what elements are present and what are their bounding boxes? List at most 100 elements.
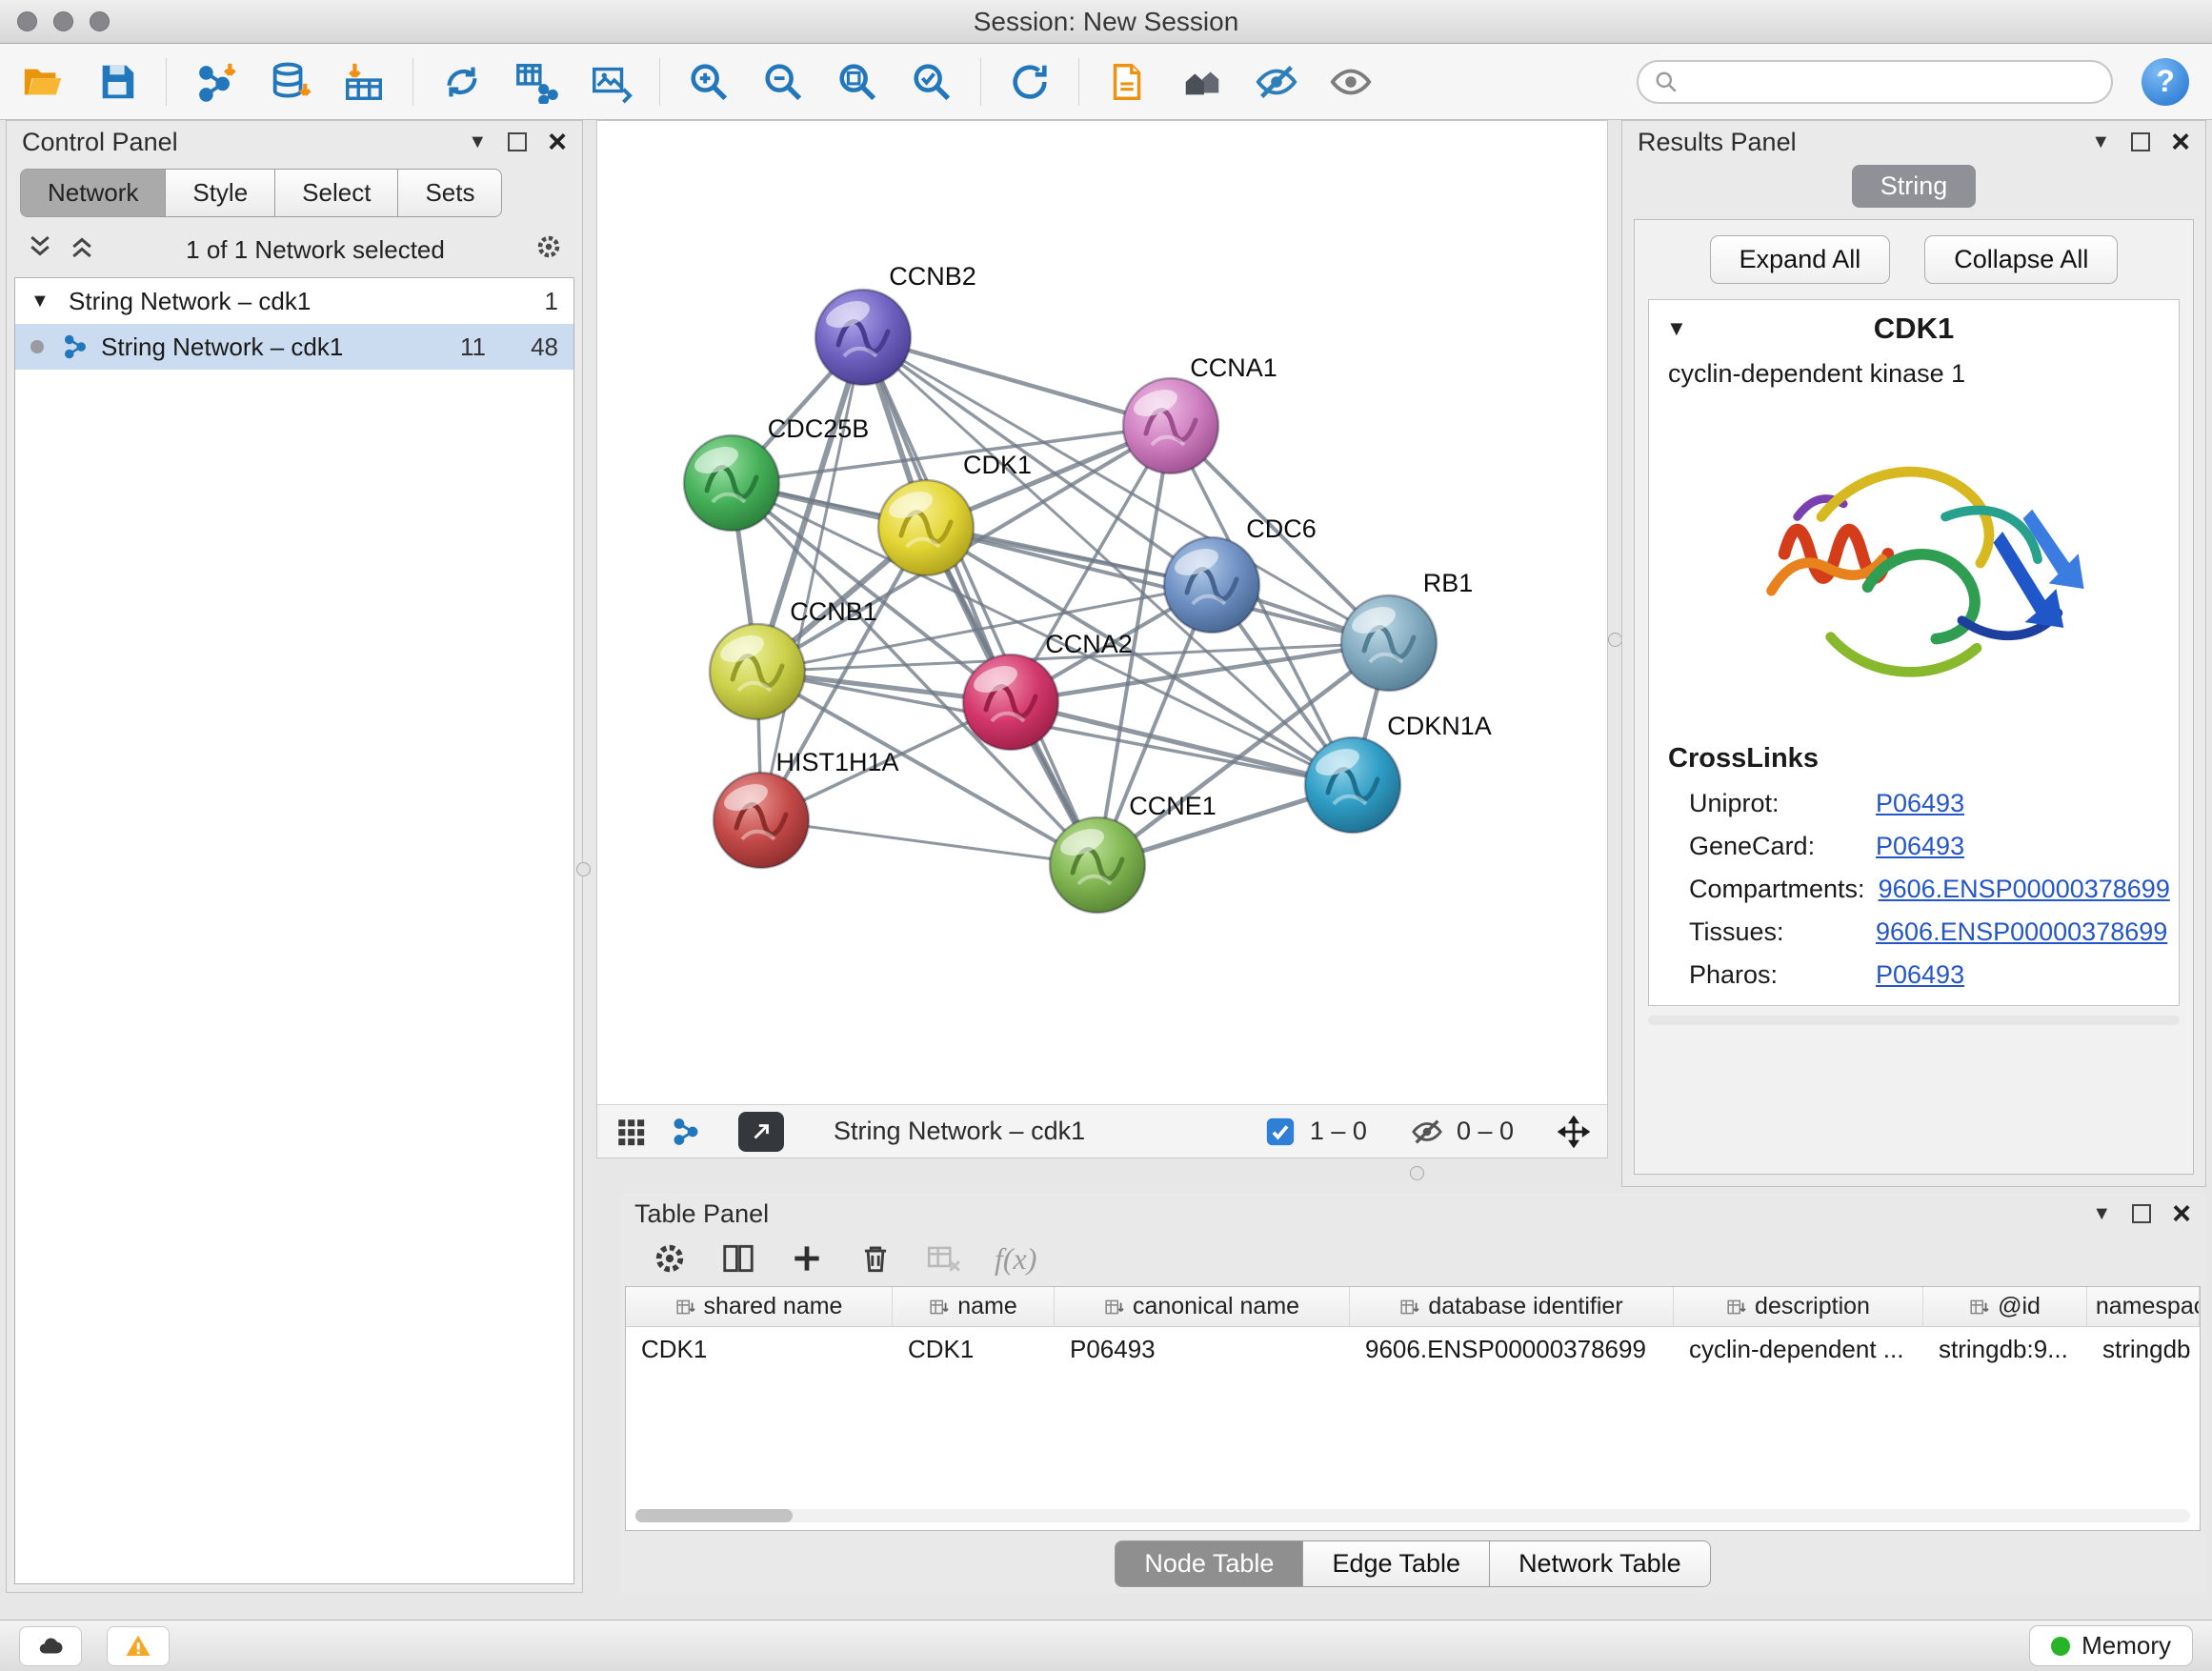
network-node-CCNA2[interactable] xyxy=(963,654,1058,750)
network-node-CCNB1[interactable] xyxy=(710,624,805,719)
tab-style[interactable]: Style xyxy=(165,169,275,217)
new-network-button[interactable] xyxy=(436,56,488,108)
float-panel-icon[interactable]: ▼ xyxy=(468,132,487,151)
network-node-CCNA1[interactable] xyxy=(1123,378,1218,473)
network-node-CDKN1A[interactable] xyxy=(1305,737,1400,833)
network-canvas[interactable]: CCNB2CCNA1CDC25BCDK1CDC6RB1CCNB1CCNA2CDK… xyxy=(597,121,1607,1104)
cloud-status-button[interactable] xyxy=(19,1626,82,1666)
warnings-button[interactable] xyxy=(107,1626,170,1666)
float-panel-icon[interactable]: ▼ xyxy=(2092,1204,2111,1223)
column-header-description[interactable]: description xyxy=(1674,1287,1923,1326)
tab-string[interactable]: String xyxy=(1852,165,1977,208)
show-glass-button[interactable] xyxy=(1325,56,1377,108)
zoom-selected-button[interactable] xyxy=(906,56,957,108)
tissues-link[interactable]: 9606.ENSP00000378699 xyxy=(1876,917,2167,947)
uniprot-link[interactable]: P06493 xyxy=(1876,789,1964,818)
pan-crosshair-icon[interactable] xyxy=(1558,1116,1590,1148)
network-node-CCNE1[interactable] xyxy=(1050,817,1145,913)
column-header-namespace[interactable]: namespace xyxy=(2087,1287,2200,1326)
cell-description[interactable]: cyclin-dependent ... xyxy=(1674,1335,1923,1364)
close-window-button[interactable] xyxy=(17,11,37,31)
left-splitter-handle[interactable] xyxy=(576,862,591,876)
import-network-database-button[interactable] xyxy=(264,56,315,108)
expand-all-networks-icon[interactable] xyxy=(68,232,96,268)
export-image-button[interactable] xyxy=(585,56,636,108)
network-from-table-button[interactable] xyxy=(511,56,562,108)
network-node-HIST1H1A[interactable] xyxy=(714,773,809,868)
search-input[interactable] xyxy=(1688,67,2096,96)
results-scrollbar[interactable] xyxy=(1648,1016,2180,1025)
show-columns-icon[interactable] xyxy=(720,1240,756,1277)
network-row[interactable]: String Network – cdk1 11 48 xyxy=(15,324,573,370)
scrollbar-thumb[interactable] xyxy=(635,1509,793,1522)
maximize-panel-icon[interactable] xyxy=(2132,1204,2151,1223)
disclosure-triangle-icon[interactable]: ▼ xyxy=(30,291,57,312)
zoom-window-button[interactable] xyxy=(90,11,110,31)
tab-network[interactable]: Network xyxy=(20,169,166,217)
grid-view-icon[interactable] xyxy=(614,1116,647,1148)
pharos-link[interactable]: P06493 xyxy=(1876,960,1964,990)
network-node-CCNB2[interactable] xyxy=(815,290,911,385)
network-edge-CCNE1-CCNB2[interactable] xyxy=(863,337,1097,865)
network-node-CDC25B[interactable] xyxy=(684,435,779,531)
tab-network-table[interactable]: Network Table xyxy=(1489,1540,1711,1587)
table-settings-gear-icon[interactable] xyxy=(652,1240,688,1277)
cell-database-identifier[interactable]: 9606.ENSP00000378699 xyxy=(1350,1335,1674,1364)
column-header-database-identifier[interactable]: database identifier xyxy=(1350,1287,1674,1326)
collapse-gene-icon[interactable]: ▼ xyxy=(1666,316,1704,341)
collapse-all-networks-icon[interactable] xyxy=(26,232,54,268)
column-header-canonical-name[interactable]: canonical name xyxy=(1055,1287,1350,1326)
bottom-splitter-handle[interactable] xyxy=(1410,1166,1424,1180)
clipboard-import-button[interactable] xyxy=(1102,56,1154,108)
network-node-CDC6[interactable] xyxy=(1164,537,1259,633)
expand-all-button[interactable]: Expand All xyxy=(1710,235,1891,284)
close-panel-icon[interactable]: × xyxy=(548,126,567,158)
network-node-CDK1[interactable] xyxy=(878,480,974,575)
zoom-fit-button[interactable] xyxy=(832,56,883,108)
network-node-RB1[interactable] xyxy=(1341,595,1437,691)
table-row[interactable]: CDK1 CDK1 P06493 9606.ENSP00000378699 cy… xyxy=(626,1327,2200,1371)
column-header-id[interactable]: @id xyxy=(1923,1287,2087,1326)
save-session-button[interactable] xyxy=(91,56,143,108)
collapse-all-button[interactable]: Collapse All xyxy=(1924,235,2118,284)
maximize-panel-icon[interactable] xyxy=(508,132,527,151)
cell-id[interactable]: stringdb:9... xyxy=(1923,1335,2087,1364)
refresh-view-button[interactable] xyxy=(1004,56,1056,108)
minimize-window-button[interactable] xyxy=(53,11,73,31)
table-horizontal-scrollbar[interactable] xyxy=(635,1509,2190,1522)
memory-button[interactable]: Memory xyxy=(2029,1625,2193,1666)
network-options-gear-icon[interactable] xyxy=(534,232,563,268)
fit-content-button[interactable] xyxy=(738,1112,784,1152)
compartments-link[interactable]: 9606.ENSP00000378699 xyxy=(1879,875,2170,904)
cell-shared-name[interactable]: CDK1 xyxy=(626,1335,893,1364)
home-button[interactable] xyxy=(1176,56,1228,108)
right-splitter-handle[interactable] xyxy=(1608,633,1622,647)
delete-column-trash-icon[interactable] xyxy=(857,1240,894,1277)
cell-canonical-name[interactable]: P06493 xyxy=(1055,1335,1350,1364)
close-panel-icon[interactable]: × xyxy=(2172,1198,2191,1230)
network-edge-CCNE1-HIST1H1A[interactable] xyxy=(761,820,1097,865)
import-network-file-button[interactable] xyxy=(190,56,241,108)
zoom-in-button[interactable] xyxy=(683,56,734,108)
genecard-link[interactable]: P06493 xyxy=(1876,832,1964,861)
cell-name[interactable]: CDK1 xyxy=(893,1335,1055,1364)
function-builder-button[interactable]: f(x) xyxy=(995,1241,1036,1277)
help-button[interactable]: ? xyxy=(2142,58,2189,106)
float-panel-icon[interactable]: ▼ xyxy=(2091,132,2110,151)
close-panel-icon[interactable]: × xyxy=(2171,126,2190,158)
cell-namespace[interactable]: stringdb xyxy=(2087,1335,2200,1364)
network-collection-row[interactable]: ▼ String Network – cdk1 1 xyxy=(15,278,573,324)
tab-select[interactable]: Select xyxy=(274,169,398,217)
birdseye-view-icon[interactable] xyxy=(670,1116,702,1148)
zoom-out-button[interactable] xyxy=(757,56,809,108)
import-table-file-button[interactable] xyxy=(338,56,390,108)
add-column-icon[interactable] xyxy=(789,1240,825,1277)
hidden-eye-slash-icon[interactable] xyxy=(1411,1116,1443,1148)
hide-glass-button[interactable] xyxy=(1251,56,1302,108)
column-header-name[interactable]: name xyxy=(893,1287,1055,1326)
tab-sets[interactable]: Sets xyxy=(397,169,502,217)
maximize-panel-icon[interactable] xyxy=(2131,132,2150,151)
tab-edge-table[interactable]: Edge Table xyxy=(1302,1540,1490,1587)
tab-node-table[interactable]: Node Table xyxy=(1115,1540,1303,1587)
column-header-shared-name[interactable]: shared name xyxy=(626,1287,893,1326)
